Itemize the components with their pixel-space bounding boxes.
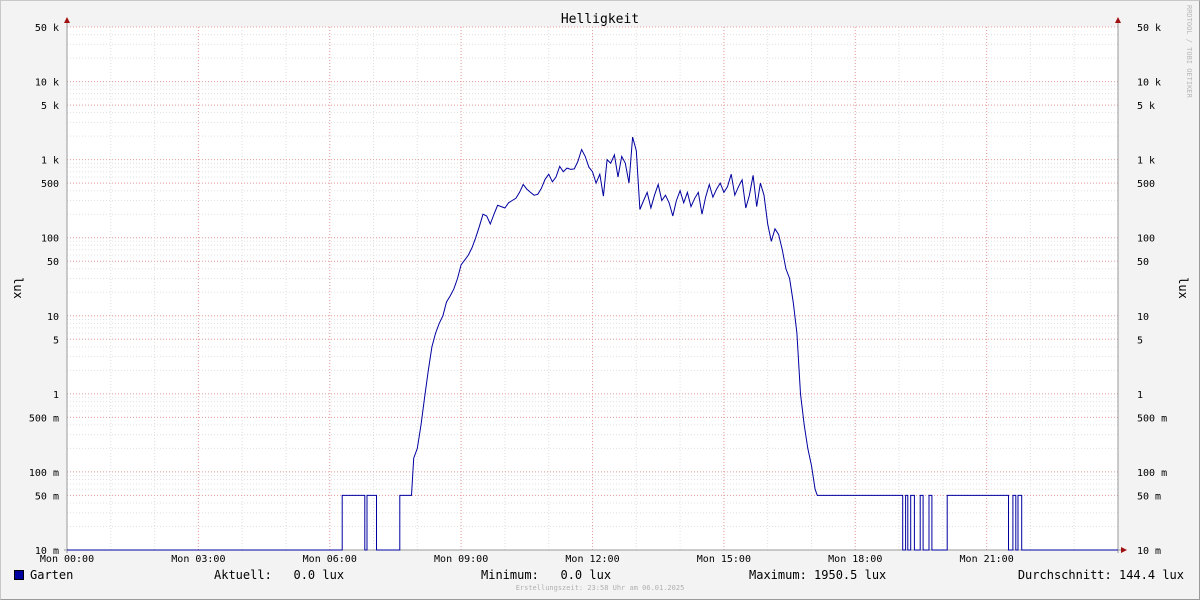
y-tick-label-right: 10 m xyxy=(1137,546,1161,557)
x-tick-label: Mon 18:00 xyxy=(828,554,882,565)
x-tick-label: Mon 15:00 xyxy=(697,554,751,565)
y-tick-label-left: 50 k xyxy=(35,23,59,34)
y-tick-label-left: 100 xyxy=(41,234,59,245)
y-tick-labels-right: 10 m 50 m 100 m 500 m 1 5 10 50 100 500 1 k 5 k 10 k… xyxy=(1137,23,1167,557)
y-tick-label-left: 5 xyxy=(53,335,59,346)
y-tick-label-right: 1 k xyxy=(1137,156,1155,167)
y-tick-label-left: 10 k xyxy=(35,78,59,89)
y-tick-label-left: 100 m xyxy=(29,468,59,479)
y-tick-label-left: 10 xyxy=(47,312,59,323)
y-axis-left-arrow xyxy=(64,17,70,23)
legend-swatch-garten xyxy=(14,570,24,580)
y-tick-label-left: 1 k xyxy=(41,156,59,167)
y-tick-label-right: 100 xyxy=(1137,234,1155,245)
y-tick-label-right: 5 xyxy=(1137,335,1143,346)
x-tick-label: Mon 09:00 xyxy=(434,554,488,565)
chart-title: Helligkeit xyxy=(561,12,639,27)
y-tick-label-right: 10 k xyxy=(1137,78,1161,89)
legend-series-name: Garten xyxy=(30,568,74,582)
y-axis-right-arrow xyxy=(1115,17,1121,23)
legend-average: Durchschnitt: 144.4 lux xyxy=(1017,568,1184,582)
x-tick-label: Mon 03:00 xyxy=(171,554,225,565)
y-tick-labels-left: 10 m50 m100 m500 m1510501005001 k5 k10 k… xyxy=(29,23,59,557)
y-tick-label-right: 50 m xyxy=(1137,491,1161,502)
legend-minimum: Minimum: 0.0 lux xyxy=(481,568,612,582)
y-tick-label-right: 10 xyxy=(1137,312,1149,323)
legend-maximum: Maximum: 1950.5 lux xyxy=(749,568,887,582)
y-tick-label-left: 500 m xyxy=(29,413,59,424)
y-tick-label-left: 50 m xyxy=(35,491,59,502)
x-tick-label: Mon 00:00 xyxy=(40,554,94,565)
y-tick-label-left: 50 xyxy=(47,257,59,268)
y-axis-label-left: lux xyxy=(11,277,25,299)
x-axis-arrow xyxy=(1121,547,1127,553)
y-tick-label-right: 500 xyxy=(1137,179,1155,190)
brightness-chart: 10 m 50 m 100 m 500 m 1 5 10 50 100 500 1 k 5 k 10 k… xyxy=(11,5,1193,565)
y-tick-label-right: 5 k xyxy=(1137,101,1155,112)
y-tick-label-left: 500 xyxy=(41,179,59,190)
x-tick-label: Mon 12:00 xyxy=(565,554,619,565)
x-tick-label: Mon 21:00 xyxy=(960,554,1014,565)
rrdtool-watermark: RRDTOOL / TOBI OETIKER xyxy=(1185,5,1193,99)
y-tick-label-right: 500 m xyxy=(1137,413,1167,424)
legend: Garten Aktuell: 0.0 lux Minimum: 0.0 lux… xyxy=(0,566,1200,586)
creation-time-footer: Erstellungszeit: 23:58 Uhr am 06.01.2025 xyxy=(515,584,685,592)
y-tick-label-left: 5 k xyxy=(41,101,59,112)
y-tick-label-left: 1 xyxy=(53,390,59,401)
y-tick-label-right: 1 xyxy=(1137,390,1143,401)
x-tick-label: Mon 06:00 xyxy=(303,554,357,565)
y-axis-label-right: lux xyxy=(1176,277,1190,299)
y-tick-label-right: 100 m xyxy=(1137,468,1167,479)
y-tick-label-right: 50 k xyxy=(1137,23,1161,34)
legend-current: Aktuell: 0.0 lux xyxy=(214,568,345,582)
y-tick-label-right: 50 xyxy=(1137,257,1149,268)
x-tick-labels: Mon 00:00 Mon 03:00 Mon 06:00 Mon 09:00 Mon … xyxy=(40,554,1014,565)
